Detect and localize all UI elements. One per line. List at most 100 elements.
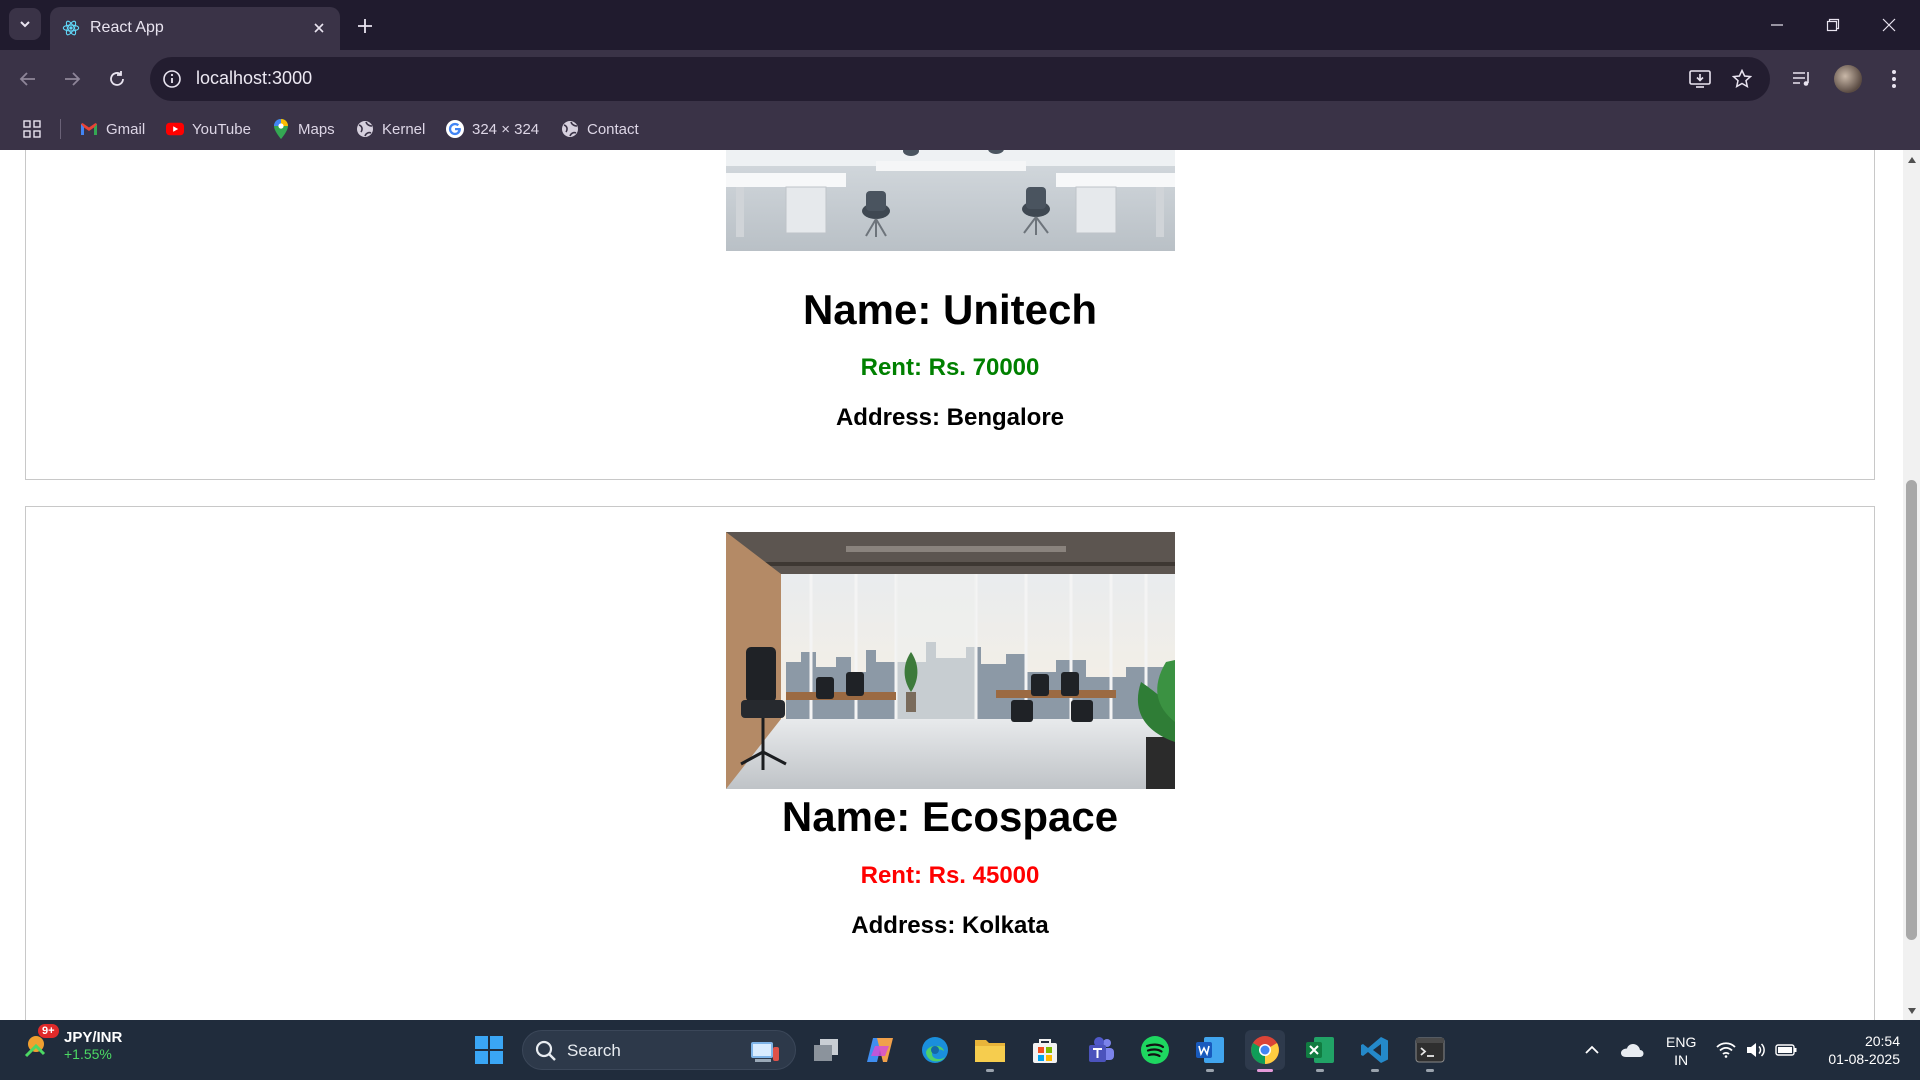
close-icon: [314, 23, 324, 33]
clock-date: 01-08-2025: [1828, 1051, 1900, 1067]
taskbar-chrome[interactable]: [1245, 1030, 1285, 1072]
plus-icon: [358, 19, 372, 33]
bookmark-gmail[interactable]: Gmail: [80, 116, 145, 142]
battery-button[interactable]: [1774, 1038, 1798, 1062]
wifi-button[interactable]: [1714, 1038, 1738, 1062]
terminal-icon: [1415, 1037, 1445, 1063]
scrollbar-thumb[interactable]: [1906, 480, 1917, 940]
chrome-menu-button[interactable]: [1878, 63, 1910, 95]
playlist-icon: [1793, 72, 1809, 86]
teams-icon: [1089, 1037, 1114, 1062]
taskbar-copilot[interactable]: [860, 1030, 900, 1070]
back-button[interactable]: [13, 64, 43, 94]
start-button[interactable]: [469, 1030, 509, 1070]
chrome-icon: [1251, 1036, 1279, 1064]
store-icon: [1033, 1039, 1057, 1063]
minimize-icon: [1771, 24, 1783, 26]
globe-icon: [356, 120, 374, 138]
taskbar-edge[interactable]: [915, 1030, 955, 1070]
taskbar-word[interactable]: [1190, 1030, 1230, 1072]
bookmark-contact[interactable]: Contact: [561, 116, 639, 142]
widget-title: JPY/INR: [64, 1028, 123, 1046]
volume-button[interactable]: [1744, 1038, 1768, 1062]
taskbar-task-view[interactable]: [806, 1030, 846, 1070]
apps-grid-icon: [23, 120, 41, 138]
taskbar-excel[interactable]: [1300, 1030, 1340, 1072]
taskbar-store[interactable]: [1025, 1030, 1065, 1070]
page-viewport: Name: Unitech Rent: Rs. 70000 Address: B…: [0, 150, 1903, 1020]
bookmark-maps[interactable]: Maps: [272, 116, 335, 142]
tab-title: React App: [90, 19, 164, 36]
youtube-icon: [166, 120, 184, 138]
listing-address: Address: Bengalore: [835, 404, 1065, 431]
show-hidden-icons-button[interactable]: [1580, 1038, 1604, 1062]
site-info-button[interactable]: [160, 67, 184, 91]
windows-taskbar: 9+ JPY/INR +1.55% Search ENG IN 20:54 01…: [0, 1020, 1920, 1080]
forward-button[interactable]: [57, 64, 87, 94]
folder-icon: [975, 1040, 1005, 1062]
scroll-down-button[interactable]: [1906, 1005, 1917, 1016]
running-indicator: [1426, 1069, 1434, 1072]
maps-icon: [272, 119, 290, 139]
globe-icon: [561, 120, 579, 138]
close-window-button[interactable]: [1874, 10, 1904, 40]
running-indicator: [1371, 1069, 1379, 1072]
copilot-icon: [867, 1038, 893, 1062]
apps-button[interactable]: [20, 117, 44, 141]
listing-address: Address: Kolkata: [851, 912, 1049, 939]
search-label: Search: [567, 1041, 621, 1060]
clock-time: 20:54: [1864, 1033, 1900, 1049]
install-app-button[interactable]: [1688, 67, 1712, 91]
taskbar-spotify[interactable]: [1135, 1030, 1175, 1070]
onedrive-button[interactable]: [1620, 1038, 1644, 1062]
taskbar-terminal[interactable]: [1410, 1030, 1450, 1072]
tab-close-button[interactable]: [308, 17, 330, 39]
chevron-up-icon: [1585, 1045, 1599, 1054]
browser-toolbar: localhost:3000: [0, 50, 1920, 108]
page-scrollbar[interactable]: [1903, 150, 1920, 1020]
browser-tab[interactable]: React App: [50, 7, 340, 50]
bookmark-324[interactable]: 324 × 324: [446, 116, 539, 142]
info-icon: [163, 70, 181, 88]
office-photo-ecospace: [726, 532, 1175, 789]
new-tab-button[interactable]: [352, 13, 378, 39]
language-code: ENG: [1666, 1034, 1697, 1050]
bookmark-label: Contact: [587, 120, 639, 138]
more-vertical-icon: [1892, 70, 1896, 88]
edge-icon: [922, 1037, 948, 1063]
cloud-icon: [1621, 1044, 1644, 1057]
bookmark-kernel[interactable]: Kernel: [356, 116, 425, 142]
bookmark-youtube[interactable]: YouTube: [166, 116, 251, 142]
bookmark-label: Gmail: [106, 120, 146, 138]
taskbar-vscode[interactable]: [1355, 1030, 1395, 1072]
clock-button[interactable]: 20:54 01-08-2025: [1814, 1032, 1900, 1068]
taskbar-teams[interactable]: [1080, 1030, 1120, 1070]
taskbar-file-explorer[interactable]: [970, 1030, 1010, 1072]
chevron-down-icon: [20, 21, 30, 28]
media-controls-button[interactable]: [1786, 63, 1818, 95]
tab-search-button[interactable]: [9, 8, 41, 40]
scroll-up-button[interactable]: [1906, 154, 1917, 165]
taskbar-search[interactable]: Search: [522, 1030, 796, 1070]
arrow-right-icon: [65, 72, 81, 86]
notification-badge: 9+: [38, 1024, 59, 1038]
reload-button[interactable]: [102, 64, 132, 94]
tab-strip: React App: [0, 0, 1920, 50]
profile-avatar[interactable]: [1834, 65, 1862, 93]
minimize-button[interactable]: [1762, 10, 1792, 40]
input-language-button[interactable]: ENG IN: [1666, 1033, 1696, 1069]
widget-subtitle: +1.55%: [64, 1045, 112, 1062]
url-text[interactable]: localhost:3000: [196, 68, 312, 89]
bookmark-star-button[interactable]: [1730, 67, 1754, 91]
triangle-down-icon: [1907, 1007, 1916, 1014]
restore-button[interactable]: [1818, 10, 1848, 40]
running-indicator: [1316, 1069, 1324, 1072]
bookmarks-bar: Gmail YouTube Maps Kernel 324 × 324 Cont…: [0, 108, 1920, 150]
bookmark-label: Maps: [298, 120, 335, 138]
gmail-icon: [80, 120, 98, 138]
close-icon: [1882, 18, 1896, 32]
address-bar[interactable]: localhost:3000: [150, 57, 1770, 101]
widgets-button[interactable]: 9+ JPY/INR +1.55%: [22, 1024, 123, 1062]
stock-widget-icon: 9+: [22, 1024, 59, 1062]
arrow-left-icon: [19, 72, 35, 86]
